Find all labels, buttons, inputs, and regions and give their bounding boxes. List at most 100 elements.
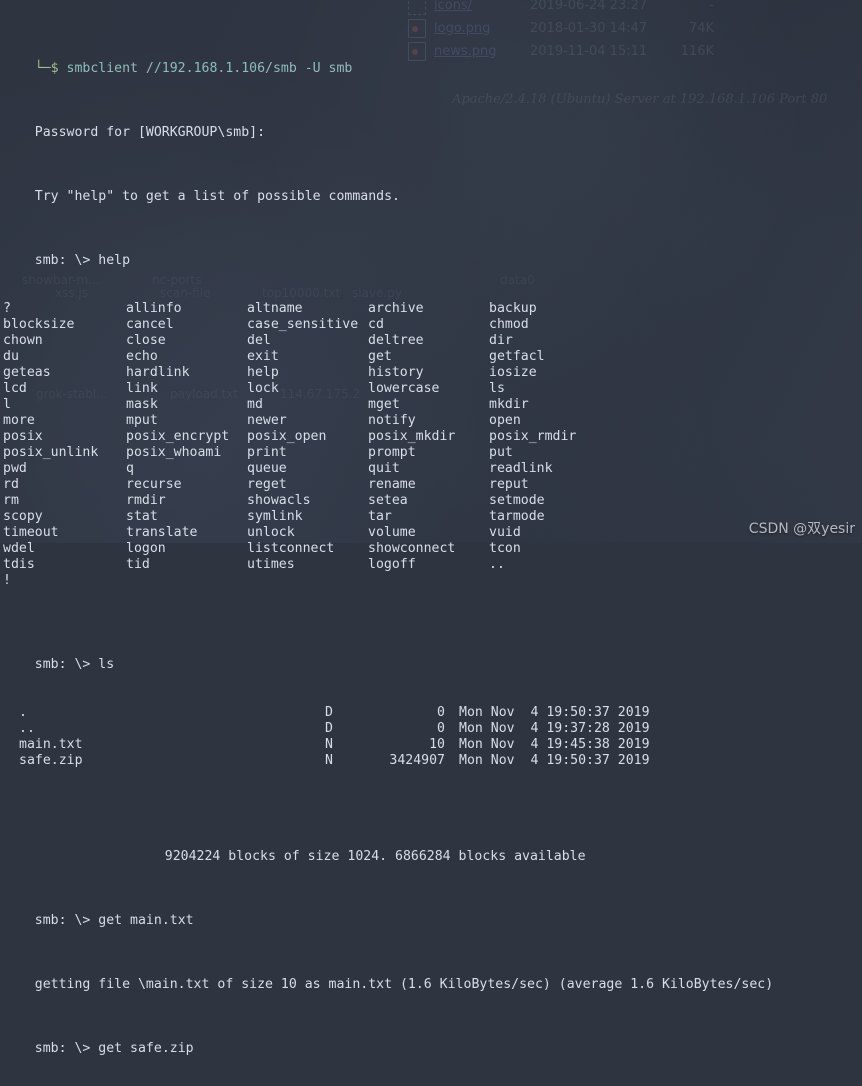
command-name: archive: [368, 301, 424, 316]
command-list-row: blocksize cancel case_sensitive cd chmod: [0, 317, 862, 333]
command-name: help: [247, 365, 279, 380]
command-name: ls: [489, 381, 505, 396]
command-list-row: rm rmdir showacls setea setmode: [0, 493, 862, 509]
command-name: posix_encrypt: [126, 429, 230, 444]
command-list-row: ? allinfo altname archive backup: [0, 301, 862, 317]
smb-prompt: smb: \>: [34, 657, 91, 672]
command-name: mput: [126, 413, 158, 428]
directory-listing-row: main.txt N 10 Mon Nov 4 19:45:38 2019: [0, 737, 862, 753]
terminal-window[interactable]: └─$ smbclient //192.168.1.106/smb -U smb…: [0, 0, 862, 1056]
command-name: exit: [247, 349, 279, 364]
command-name: utimes: [247, 557, 295, 572]
terminal-line-blocks: 9204224 blocks of size 1024. 6866284 blo…: [0, 833, 862, 864]
command-list-row: posix posix_encrypt posix_open posix_mkdir p…: [0, 429, 862, 445]
command-get-safe-text: get safe.zip: [98, 1041, 194, 1056]
directory-listing-row: . D 0 Mon Nov 4 19:50:37 2019: [0, 705, 862, 721]
command-list-row: lcd link lock lowercase ls: [0, 381, 862, 397]
command-get-main-text: get main.txt: [98, 913, 194, 928]
command-name: prompt: [368, 445, 416, 460]
command-name: stat: [126, 509, 158, 524]
shell-command-text: smbclient //192.168.1.106/smb -U smb: [66, 61, 353, 76]
command-name: backup: [489, 301, 537, 316]
file-name: .: [19, 705, 27, 720]
command-list-row: du echo exit get getfacl: [0, 349, 862, 365]
shell-prompt-arrow-icon: └─$: [34, 61, 67, 76]
command-list-row: wdel logon listconnect showconnect tcon: [0, 541, 862, 557]
smb-prompt: smb: \>: [34, 1041, 91, 1056]
directory-listing-row: safe.zip N 3424907 Mon Nov 4 19:50:37 2019: [0, 753, 862, 769]
command-name: posix_whoami: [126, 445, 222, 460]
file-attribute: D: [325, 705, 333, 720]
command-name: get: [368, 349, 392, 364]
command-name: wdel: [3, 541, 35, 556]
command-name: chown: [3, 333, 43, 348]
smb-prompt: smb: \>: [34, 253, 91, 268]
password-prompt-text: Password for [WORKGROUP\smb]:: [34, 125, 266, 140]
command-list-row: geteas hardlink help history iosize: [0, 365, 862, 381]
command-name: mask: [126, 397, 158, 412]
command-name: setmode: [489, 493, 545, 508]
file-modified-date: Mon Nov 4 19:45:38 2019: [459, 737, 650, 752]
command-name: cancel: [126, 317, 174, 332]
command-name: mget: [368, 397, 400, 412]
command-name: open: [489, 413, 521, 428]
command-name: setea: [368, 493, 408, 508]
command-name: getfacl: [489, 349, 545, 364]
command-name: logon: [126, 541, 166, 556]
command-name: posix: [3, 429, 43, 444]
file-size: 0: [437, 721, 445, 736]
command-name: tar: [368, 509, 392, 524]
command-name: rename: [368, 477, 416, 492]
command-name: scopy: [3, 509, 43, 524]
command-name: quit: [368, 461, 400, 476]
command-name: logoff: [368, 557, 416, 572]
directory-listing: . D 0 Mon Nov 4 19:50:37 2019.. D 0 Mon Nov 4 …: [0, 705, 862, 769]
terminal-line-cmd-get-safe: smb: \> get safe.zip: [0, 1025, 862, 1056]
get-main-result-text: getting file \main.txt of size 10 as mai…: [34, 977, 774, 992]
file-size: 0: [437, 705, 445, 720]
command-name: recurse: [126, 477, 182, 492]
command-name: hardlink: [126, 365, 190, 380]
command-name: blocksize: [3, 317, 75, 332]
command-name: reput: [489, 477, 529, 492]
command-name: posix_rmdir: [489, 429, 577, 444]
command-list-row: rd recurse reget rename reput: [0, 477, 862, 493]
command-name: mkdir: [489, 397, 529, 412]
command-name: volume: [368, 525, 416, 540]
terminal-line-password-prompt: Password for [WORKGROUP\smb]:: [0, 109, 862, 140]
command-name: symlink: [247, 509, 303, 524]
command-name: translate: [126, 525, 198, 540]
command-name: history: [368, 365, 424, 380]
file-attribute: N: [325, 753, 333, 768]
terminal-line-help-hint: Try "help" to get a list of possible com…: [0, 173, 862, 204]
command-list-row: pwd q queue quit readlink: [0, 461, 862, 477]
command-name: dir: [489, 333, 513, 348]
command-name: unlock: [247, 525, 295, 540]
command-name: lock: [247, 381, 279, 396]
command-name: posix_open: [247, 429, 327, 444]
command-name: du: [3, 349, 19, 364]
terminal-line-cmd-help: smb: \> help: [0, 237, 862, 268]
file-modified-date: Mon Nov 4 19:50:37 2019: [459, 705, 650, 720]
terminal-line-cmd-ls: smb: \> ls: [0, 641, 862, 672]
command-name: showacls: [247, 493, 311, 508]
command-name: deltree: [368, 333, 424, 348]
command-name: tcon: [489, 541, 521, 556]
command-list-row: timeout translate unlock volume vuid: [0, 525, 862, 541]
command-name: readlink: [489, 461, 553, 476]
command-help-text: help: [98, 253, 131, 268]
file-attribute: N: [325, 737, 333, 752]
command-name: altname: [247, 301, 303, 316]
command-name: tarmode: [489, 509, 545, 524]
command-list-row: chown close del deltree dir: [0, 333, 862, 349]
command-name: posix_mkdir: [368, 429, 456, 444]
file-modified-date: Mon Nov 4 19:37:28 2019: [459, 721, 650, 736]
command-name: q: [126, 461, 134, 476]
command-name: ?: [3, 301, 11, 316]
command-list-row: posix_unlink posix_whoami print prompt put: [0, 445, 862, 461]
file-name: ..: [19, 721, 35, 736]
help-hint-text: Try "help" to get a list of possible com…: [34, 189, 400, 204]
